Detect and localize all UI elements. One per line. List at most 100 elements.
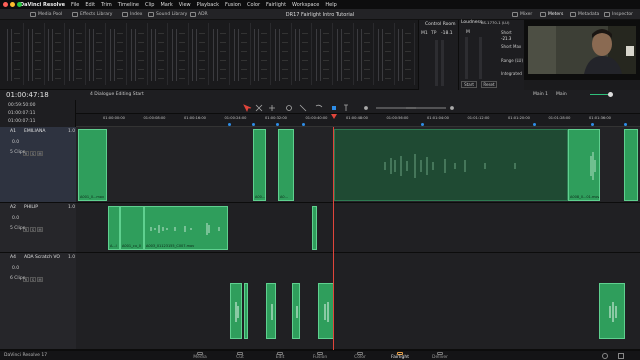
solo-button[interactable]: S: [30, 277, 36, 282]
clip[interactable]: [266, 283, 276, 339]
main-timecode[interactable]: 01:00:47:18: [6, 91, 49, 99]
loudness-reset-button[interactable]: Reset: [481, 81, 497, 88]
main-output-select[interactable]: Main 1: [533, 92, 548, 98]
menu-timeline[interactable]: Timeline: [118, 2, 139, 8]
menu-mark[interactable]: Mark: [160, 2, 172, 8]
timeline-marker[interactable]: [228, 123, 231, 126]
track-header-a2[interactable]: A2 PHILIP 1.0 0.0 RSM 5 Clips: [0, 203, 76, 253]
app-menu[interactable]: DaVinci Resolve: [20, 2, 65, 8]
meter-bar: [336, 29, 338, 81]
track-volume[interactable]: 1.0: [68, 205, 75, 211]
timeline-marker[interactable]: [276, 123, 279, 126]
clip[interactable]: A001_0...mov: [78, 129, 107, 201]
close-window-button[interactable]: [3, 2, 8, 7]
clip[interactable]: [599, 283, 625, 339]
timeline-tracks[interactable]: A001_0...mov A00... A0... A008_0...01.mo…: [76, 127, 640, 350]
track-lane-a4[interactable]: [76, 253, 640, 350]
menu-help[interactable]: Help: [325, 2, 336, 8]
clip[interactable]: [244, 283, 248, 339]
timeline-name-dropdown[interactable]: 4 Dialogue Editing Start: [90, 92, 144, 98]
meter-tick: [323, 60, 329, 61]
clip[interactable]: [312, 206, 317, 250]
clip[interactable]: [230, 283, 242, 339]
timeline-ruler[interactable]: 01:00:00:00 01:00:08:00 01:00:16:00 01:00:2…: [76, 114, 640, 127]
timeline-marker[interactable]: [421, 123, 424, 126]
track-gain[interactable]: 0.0: [12, 266, 19, 272]
meters-icon: [540, 12, 546, 17]
minimize-window-button[interactable]: [10, 2, 15, 7]
meters-button[interactable]: Meters: [540, 11, 563, 18]
page-color[interactable]: Color: [340, 352, 380, 360]
track-volume[interactable]: 1.0: [68, 129, 75, 135]
track-header-a1[interactable]: A1 EMILIANA 1.0 0.0 RSM 5 Clips: [0, 127, 76, 203]
clip[interactable]: A008_0...01.mov: [568, 129, 600, 201]
meter-tick: [364, 60, 371, 61]
menu-edit[interactable]: Edit: [85, 2, 95, 8]
mute-button[interactable]: M: [37, 227, 43, 232]
timeline-marker[interactable]: [252, 123, 255, 126]
meter-bar: [114, 29, 115, 81]
mixer-button[interactable]: Mixer: [512, 11, 532, 18]
zoom-window-button[interactable]: [17, 2, 22, 7]
menu-bar: DaVinci Resolve File Edit Trim Timeline …: [0, 0, 640, 9]
track-name[interactable]: PHILIP: [24, 205, 38, 211]
timeline-marker[interactable]: [533, 123, 536, 126]
solo-button[interactable]: S: [30, 227, 36, 232]
home-icon[interactable]: [602, 353, 608, 359]
meter-tick: [405, 42, 412, 43]
track-gain[interactable]: 0.0: [12, 140, 19, 146]
timecode-row-2: 01:00:07:11: [8, 111, 36, 116]
menu-clip[interactable]: Clip: [145, 2, 154, 8]
timeline-marker[interactable]: [302, 123, 305, 126]
clip[interactable]: [624, 129, 638, 201]
menu-view[interactable]: View: [179, 2, 191, 8]
settings-gear-icon[interactable]: [618, 353, 624, 359]
clip[interactable]: A...l: [108, 206, 120, 250]
track-volume[interactable]: 1.0: [68, 255, 75, 261]
clip[interactable]: A00...: [253, 129, 266, 201]
control-room-panel: Control Room M1 TP -18.1: [418, 20, 458, 90]
inspector-button[interactable]: Inspector: [604, 11, 633, 18]
page-fairlight[interactable]: Fairlight: [380, 352, 420, 360]
volume-slider[interactable]: [590, 94, 610, 95]
volume-slider-knob[interactable]: [608, 92, 613, 97]
menu-file[interactable]: File: [71, 2, 79, 8]
page-edit[interactable]: Edit: [260, 352, 300, 360]
mute-button[interactable]: M: [37, 277, 43, 282]
track-header-a4[interactable]: A4 ADA Scratch VO 1.0 0.0 RSM 6 Clips: [0, 253, 76, 350]
clip[interactable]: A003_01123155_C007.mov: [144, 206, 228, 250]
track-name[interactable]: ADA Scratch VO: [24, 255, 60, 261]
menu-playback[interactable]: Playback: [197, 2, 219, 8]
page-fusion[interactable]: Fusion: [300, 352, 340, 360]
clip-selected-region[interactable]: [334, 129, 568, 201]
timeline-marker[interactable]: [624, 123, 627, 126]
meter-bar: [381, 29, 383, 81]
page-cut[interactable]: Cut: [220, 352, 260, 360]
video-viewer[interactable]: [524, 20, 640, 80]
track-meter: [231, 23, 251, 85]
meter-tick: [34, 78, 41, 79]
meter-tick: [261, 42, 268, 43]
track-gain[interactable]: 0.0: [12, 216, 19, 222]
menu-fusion[interactable]: Fusion: [225, 2, 241, 8]
timeline-marker[interactable]: [591, 123, 594, 126]
menu-color[interactable]: Color: [247, 2, 260, 8]
loudness-start-button[interactable]: Start: [461, 81, 477, 88]
track-name[interactable]: EMILIANA: [24, 129, 45, 135]
menu-trim[interactable]: Trim: [101, 2, 112, 8]
clip[interactable]: [318, 283, 334, 339]
meter-tick: [158, 78, 165, 79]
solo-button[interactable]: S: [30, 151, 36, 156]
clip[interactable]: A001_cu_0: [120, 206, 144, 250]
page-deliver[interactable]: Deliver: [420, 352, 460, 360]
mute-button[interactable]: M: [37, 151, 43, 156]
menu-fairlight[interactable]: Fairlight: [266, 2, 286, 8]
metadata-button[interactable]: Metadata: [570, 11, 599, 18]
clip[interactable]: [292, 283, 300, 339]
main-input-select[interactable]: Main: [556, 92, 567, 98]
clip[interactable]: A0...: [278, 129, 294, 201]
meter-bar: [134, 29, 136, 81]
menu-workspace[interactable]: Workspace: [292, 2, 319, 8]
meter-tick: [199, 33, 206, 34]
page-media[interactable]: Media: [180, 352, 220, 360]
